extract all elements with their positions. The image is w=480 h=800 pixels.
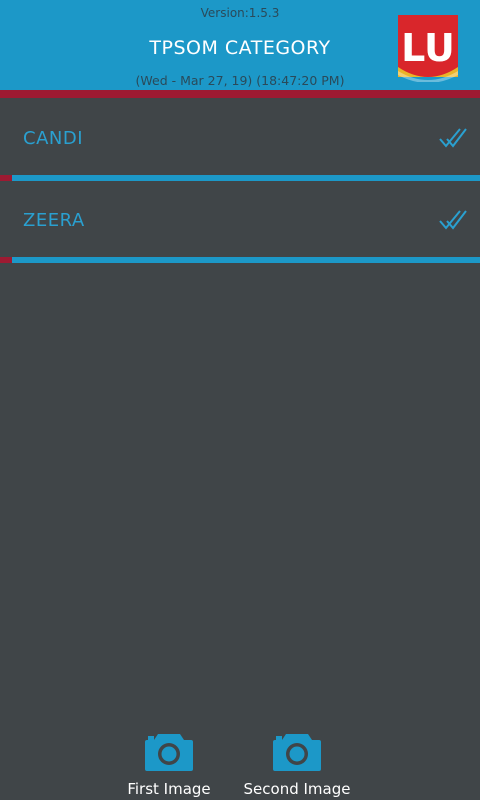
lu-logo: LU xyxy=(398,15,458,82)
double-check-icon xyxy=(439,210,467,230)
row-divider xyxy=(12,257,480,263)
double-check-icon xyxy=(439,128,467,148)
logo-text: LU xyxy=(401,26,455,70)
header-accent-bar xyxy=(0,90,480,98)
category-label: ZEERA xyxy=(23,210,85,231)
category-label: CANDI xyxy=(23,128,84,149)
second-image-button[interactable]: Second Image xyxy=(236,730,358,798)
category-row-zeera[interactable]: ZEERA xyxy=(0,180,480,263)
app-header: Version:1.5.3 TPSOM CATEGORY (Wed - Mar … xyxy=(0,0,480,90)
first-image-button[interactable]: First Image xyxy=(118,730,220,798)
row-divider-accent xyxy=(0,257,12,263)
camera-icon xyxy=(273,734,321,771)
category-list: CANDI ZEERA xyxy=(0,98,480,263)
second-image-label: Second Image xyxy=(243,780,351,798)
category-row-candi[interactable]: CANDI xyxy=(0,98,480,181)
camera-icon xyxy=(145,734,193,771)
first-image-label: First Image xyxy=(127,780,211,798)
